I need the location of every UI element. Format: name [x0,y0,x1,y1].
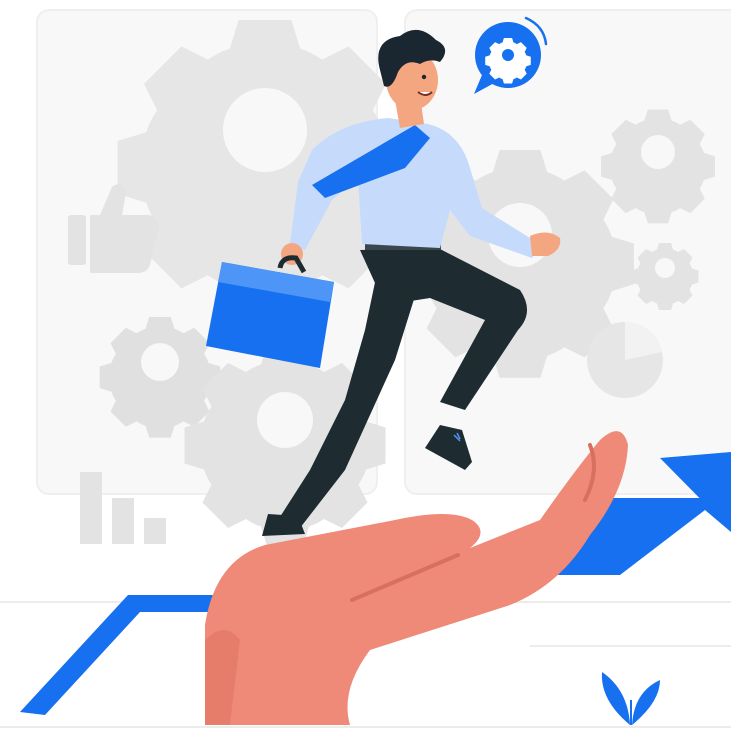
leaf-icon [601,672,660,725]
pie-chart-icon [587,322,663,398]
illustration-canvas [0,9,731,728]
